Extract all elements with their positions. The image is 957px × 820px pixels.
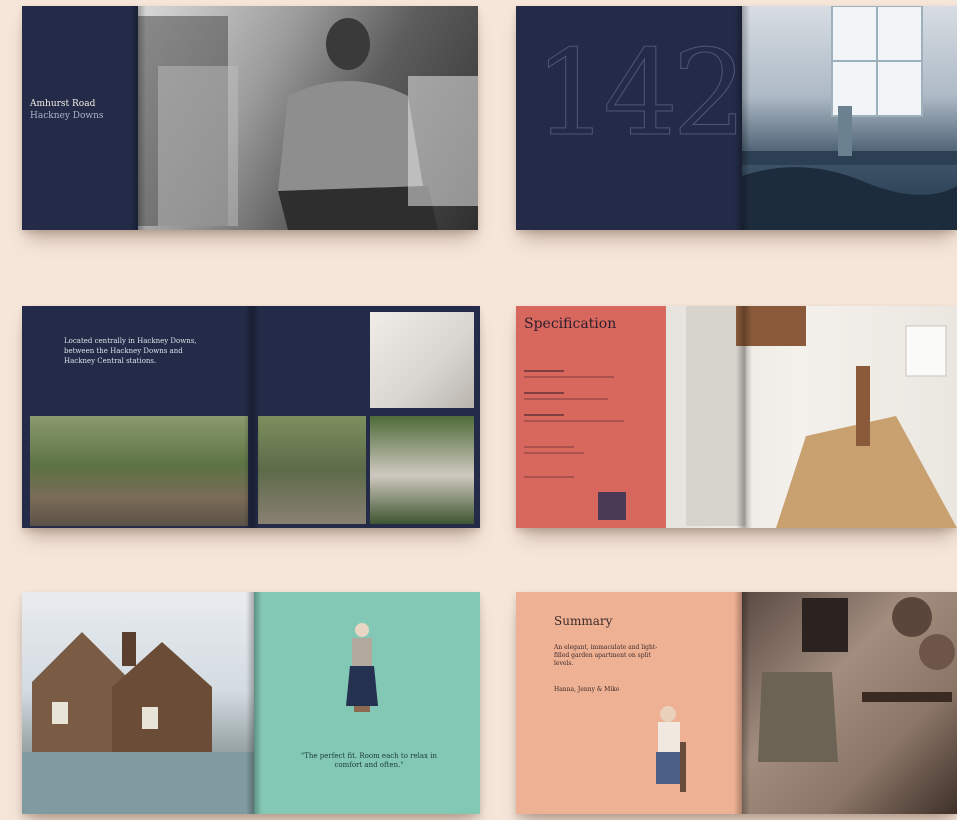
- spread-subtitle: Hackney Downs: [30, 111, 104, 121]
- intro-text: Located centrally in Hackney Downs, betw…: [64, 337, 197, 365]
- front-door-photo: [370, 416, 474, 524]
- portrait-photo: [138, 6, 478, 230]
- brochure-spread-4: Specification: [516, 306, 957, 528]
- brochure-spread-5: "The perfect fit. Room each to relax in …: [22, 592, 480, 814]
- left-page: Amhurst Road Hackney Downs: [22, 6, 138, 230]
- hallway-illustration: [686, 306, 957, 528]
- right-page: [252, 306, 480, 528]
- house-exterior-photo: [22, 592, 254, 814]
- summary-title: Summary: [554, 614, 613, 628]
- summary-page: Summary An elegant, immaculate and light…: [516, 592, 742, 814]
- summary-signoff: Hanna, Jenny & Mike: [554, 686, 620, 693]
- brochure-spread-6: Summary An elegant, immaculate and light…: [516, 592, 957, 814]
- summary-text: An elegant, immaculate and light-filled …: [554, 644, 658, 667]
- garden-photo: [30, 416, 248, 526]
- window-vase-illustration: [742, 6, 957, 230]
- brochure-spread-3: Located centrally in Hackney Downs, betw…: [22, 306, 480, 528]
- brochure-spread-2: 142: [516, 6, 957, 230]
- hallway-photo: [666, 306, 957, 528]
- seated-man-figure-icon: [656, 706, 686, 792]
- house-number: 142: [533, 24, 742, 162]
- woman-figure-icon: [346, 623, 378, 712]
- left-page: 142: [516, 6, 742, 230]
- qr-code-icon: [598, 492, 626, 520]
- left-page: Located centrally in Hackney Downs, betw…: [22, 306, 252, 528]
- armchair-photo: [742, 592, 957, 814]
- interior-photo: [742, 6, 957, 230]
- specification-page: Specification: [516, 306, 666, 528]
- patio-photo: [258, 416, 366, 524]
- spread-title: Amhurst Road: [30, 99, 96, 109]
- brochure-spread-1: Amhurst Road Hackney Downs: [22, 6, 478, 230]
- armchair-room-illustration: [758, 597, 955, 762]
- specification-title: Specification: [524, 316, 617, 332]
- quote-page: "The perfect fit. Room each to relax in …: [254, 592, 480, 814]
- cottage-illustration: [22, 632, 254, 814]
- seated-man-illustration: [138, 16, 478, 230]
- bathroom-photo: [370, 312, 474, 408]
- testimonial-quote: "The perfect fit. Room each to relax in …: [301, 752, 437, 769]
